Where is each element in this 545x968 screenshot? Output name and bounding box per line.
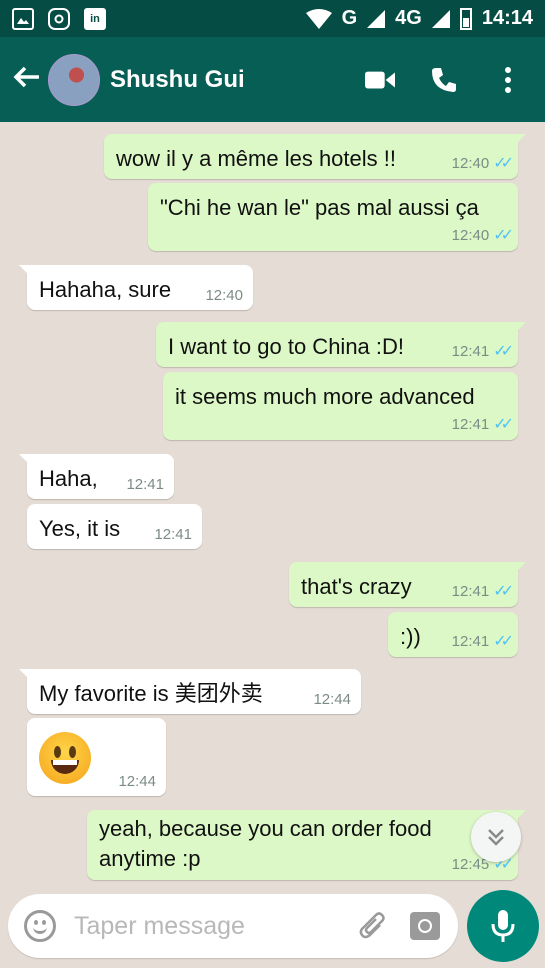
message-text: that's crazy <box>301 574 412 599</box>
attach-button[interactable] <box>358 911 388 941</box>
read-ticks-icon: ✓✓ <box>493 155 514 172</box>
message-text: I want to go to China :D! <box>168 334 405 359</box>
emoji-icon[interactable] <box>24 910 56 942</box>
voice-record-button[interactable] <box>467 890 539 962</box>
chat-header: Shushu Gui <box>0 37 545 122</box>
read-ticks-icon: ✓✓ <box>493 343 514 360</box>
status-bar: in G 4G 14:14 <box>0 0 545 37</box>
message-bubble-outgoing[interactable]: I want to go to China :D! 12:41 ✓✓ <box>156 322 526 367</box>
instagram-icon <box>48 7 70 30</box>
linkedin-icon: in <box>84 7 106 30</box>
phone-icon <box>432 67 456 92</box>
message-time: 12:41 <box>451 632 490 650</box>
back-arrow-icon <box>13 66 39 87</box>
message-bubble-outgoing[interactable]: yeah, because you can order food anytime … <box>87 810 526 880</box>
message-time: 12:44 <box>118 773 156 790</box>
mic-icon <box>491 910 515 942</box>
video-call-button[interactable] <box>365 65 395 95</box>
message-text: Hahaha, sure <box>39 277 172 302</box>
grinning-face-emoji-icon <box>39 732 91 784</box>
message-time: 12:40 <box>205 287 243 304</box>
message-time: 12:41 <box>126 476 164 493</box>
message-bubble-incoming[interactable]: 12:44 <box>27 718 166 796</box>
message-time: 12:40 <box>451 154 490 172</box>
message-time: 12:41 <box>154 526 192 543</box>
wifi-icon <box>305 8 332 29</box>
message-input-placeholder[interactable]: Taper message <box>74 912 358 941</box>
message-bubble-incoming[interactable]: My favorite is 美团外卖 12:44 <box>19 669 361 714</box>
battery-icon <box>459 7 472 30</box>
message-text: Haha, <box>39 466 98 491</box>
network-type-label-2: 4G <box>395 7 422 29</box>
message-bubble-incoming[interactable]: Hahaha, sure 12:40 <box>19 265 253 310</box>
message-bubble-outgoing[interactable]: that's crazy 12:41 ✓✓ <box>289 562 526 607</box>
read-ticks-icon: ✓✓ <box>493 583 514 600</box>
message-time: 12:40 <box>451 226 490 244</box>
message-text: wow il y a même les hotels !! <box>116 146 396 171</box>
message-time: 12:44 <box>313 691 351 708</box>
signal-icon-2 <box>431 9 450 28</box>
message-text: yeah, because you can order food anytime … <box>99 816 432 871</box>
message-text: My favorite is 美团外卖 <box>39 681 263 706</box>
video-call-icon <box>365 71 395 88</box>
back-button[interactable] <box>6 63 48 97</box>
status-time: 14:14 <box>481 7 533 29</box>
message-bubble-incoming[interactable]: Yes, it is 12:41 <box>27 504 202 549</box>
attach-icon <box>359 912 385 939</box>
message-text: it seems much more advanced <box>175 384 475 409</box>
message-text: :)) <box>400 624 421 649</box>
more-options-button[interactable] <box>493 65 523 95</box>
chevron-double-down-icon <box>488 829 504 846</box>
message-input[interactable]: Taper message <box>8 894 458 958</box>
avatar[interactable] <box>48 53 100 106</box>
message-bubble-outgoing[interactable]: "Chi he wan le" pas mal aussi ça 12:40 ✓✓ <box>148 183 518 251</box>
message-bubble-outgoing[interactable]: wow il y a même les hotels !! 12:40 ✓✓ <box>104 134 526 179</box>
scroll-to-bottom-button[interactable] <box>471 812 521 862</box>
message-bubble-outgoing[interactable]: it seems much more advanced 12:41 ✓✓ <box>163 372 518 440</box>
message-time: 12:41 <box>451 342 490 360</box>
message-time: 12:41 <box>451 415 490 433</box>
signal-icon <box>367 9 386 28</box>
gallery-icon <box>12 7 34 30</box>
composer-bar: Taper message <box>0 890 545 968</box>
chat-area[interactable]: wow il y a même les hotels !! 12:40 ✓✓ "C… <box>0 122 545 892</box>
more-options-icon <box>505 66 511 93</box>
message-time: 12:41 <box>451 582 490 600</box>
read-ticks-icon: ✓✓ <box>493 227 514 244</box>
voice-call-button[interactable] <box>429 65 459 95</box>
read-ticks-icon: ✓✓ <box>493 633 514 650</box>
message-bubble-incoming[interactable]: Haha, 12:41 <box>19 454 174 499</box>
read-ticks-icon: ✓✓ <box>493 416 514 433</box>
message-text: "Chi he wan le" pas mal aussi ça <box>160 195 479 220</box>
contact-name[interactable]: Shushu Gui <box>110 66 245 94</box>
message-text: Yes, it is <box>39 516 121 541</box>
camera-icon[interactable] <box>410 912 440 940</box>
network-type-label: G <box>341 7 358 29</box>
message-bubble-outgoing[interactable]: :)) 12:41 ✓✓ <box>388 612 518 657</box>
